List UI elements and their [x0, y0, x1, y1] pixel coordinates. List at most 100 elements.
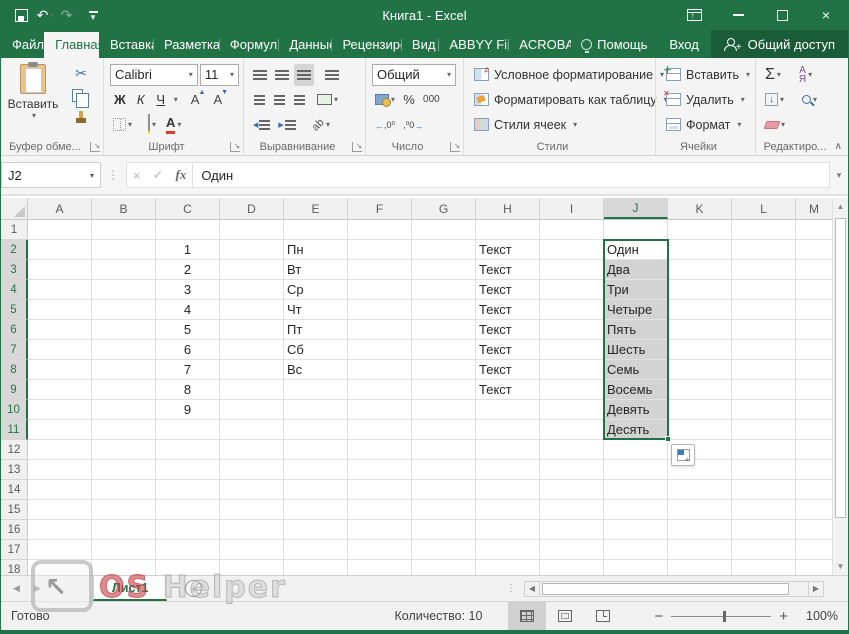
tab-page-layout[interactable]: Разметка с: [152, 32, 219, 58]
cell-L16[interactable]: [732, 520, 796, 540]
bold-button[interactable]: Ж: [110, 89, 130, 111]
cell-D10[interactable]: [220, 400, 284, 420]
cell-L12[interactable]: [732, 440, 796, 460]
align-right-button[interactable]: [290, 89, 308, 111]
select-all-button[interactable]: [1, 198, 28, 219]
tab-abbyy[interactable]: ABBYY Fine: [438, 32, 508, 58]
cell-D15[interactable]: [220, 500, 284, 520]
cell-B1[interactable]: [92, 220, 156, 240]
cell-D9[interactable]: [220, 380, 284, 400]
cell-D16[interactable]: [220, 520, 284, 540]
cell-D18[interactable]: [220, 560, 284, 575]
cell-G10[interactable]: [412, 400, 476, 420]
column-header-G[interactable]: G: [412, 198, 476, 219]
font-color-button[interactable]: А ▾: [163, 114, 184, 136]
insert-cells-button[interactable]: Вставить ▾: [662, 62, 751, 87]
zoom-out-button[interactable]: −: [646, 608, 671, 625]
cell-K10[interactable]: [668, 400, 732, 420]
cell-J5[interactable]: Четыре: [604, 300, 668, 320]
row-header-6[interactable]: 6: [1, 320, 28, 340]
zoom-slider[interactable]: [671, 610, 772, 622]
cut-button[interactable]: ✂: [63, 62, 99, 84]
cell-I9[interactable]: [540, 380, 604, 400]
enter-entry-button[interactable]: ✓: [153, 167, 164, 183]
cell-H18[interactable]: [476, 560, 540, 575]
cell-M2[interactable]: [796, 240, 832, 260]
tab-view[interactable]: Вид: [400, 32, 439, 58]
cell-D2[interactable]: [220, 240, 284, 260]
align-top-button[interactable]: [250, 64, 270, 86]
column-header-F[interactable]: F: [348, 198, 412, 219]
scroll-left-icon[interactable]: ◀: [524, 580, 540, 597]
cell-H8[interactable]: Текст: [476, 360, 540, 380]
cell-J16[interactable]: [604, 520, 668, 540]
cell-J17[interactable]: [604, 540, 668, 560]
cell-B8[interactable]: [92, 360, 156, 380]
cell-C9[interactable]: 8: [156, 380, 220, 400]
cell-H7[interactable]: Текст: [476, 340, 540, 360]
number-dialog-launcher[interactable]: ↘: [450, 142, 460, 152]
column-header-K[interactable]: K: [668, 198, 732, 219]
cell-F6[interactable]: [348, 320, 412, 340]
cell-E8[interactable]: Вс: [284, 360, 348, 380]
cell-F4[interactable]: [348, 280, 412, 300]
cell-M12[interactable]: [796, 440, 832, 460]
minimize-button[interactable]: [716, 0, 760, 30]
cell-J2[interactable]: Один: [604, 240, 668, 260]
cell-F8[interactable]: [348, 360, 412, 380]
customize-qat-button[interactable]: ▾: [83, 4, 103, 26]
cell-E4[interactable]: Ср: [284, 280, 348, 300]
splitter-dots[interactable]: ⋮: [498, 583, 524, 594]
cell-C8[interactable]: 7: [156, 360, 220, 380]
decrease-indent-button[interactable]: ◀: [250, 114, 273, 136]
cell-J13[interactable]: [604, 460, 668, 480]
cell-G3[interactable]: [412, 260, 476, 280]
cell-F10[interactable]: [348, 400, 412, 420]
cell-I7[interactable]: [540, 340, 604, 360]
save-button[interactable]: [11, 4, 31, 26]
cell-E18[interactable]: [284, 560, 348, 575]
cell-A12[interactable]: [28, 440, 92, 460]
cell-J9[interactable]: Восемь: [604, 380, 668, 400]
sheet-tab[interactable]: Лист1: [93, 576, 168, 601]
italic-button[interactable]: К: [132, 89, 150, 111]
cell-F13[interactable]: [348, 460, 412, 480]
cell-I8[interactable]: [540, 360, 604, 380]
cell-E9[interactable]: [284, 380, 348, 400]
cell-G8[interactable]: [412, 360, 476, 380]
autosum-button[interactable]: Σ ▾: [762, 64, 784, 86]
cell-C18[interactable]: [156, 560, 220, 575]
row-header-18[interactable]: 18: [1, 560, 28, 575]
scroll-up-icon[interactable]: ▲: [833, 198, 848, 215]
cell-B2[interactable]: [92, 240, 156, 260]
cell-C3[interactable]: 2: [156, 260, 220, 280]
cancel-entry-button[interactable]: ×: [133, 168, 141, 183]
cell-L14[interactable]: [732, 480, 796, 500]
cell-F1[interactable]: [348, 220, 412, 240]
cell-L18[interactable]: [732, 560, 796, 575]
cell-B10[interactable]: [92, 400, 156, 420]
cell-K17[interactable]: [668, 540, 732, 560]
cell-E1[interactable]: [284, 220, 348, 240]
cell-L9[interactable]: [732, 380, 796, 400]
cell-G1[interactable]: [412, 220, 476, 240]
cell-G5[interactable]: [412, 300, 476, 320]
cell-C11[interactable]: [156, 420, 220, 440]
cell-A18[interactable]: [28, 560, 92, 575]
cell-M14[interactable]: [796, 480, 832, 500]
cell-F14[interactable]: [348, 480, 412, 500]
cell-L5[interactable]: [732, 300, 796, 320]
cell-L17[interactable]: [732, 540, 796, 560]
merge-center-button[interactable]: ▾: [314, 89, 341, 111]
cell-A10[interactable]: [28, 400, 92, 420]
cell-I12[interactable]: [540, 440, 604, 460]
row-header-9[interactable]: 9: [1, 380, 28, 400]
cell-I5[interactable]: [540, 300, 604, 320]
cell-K8[interactable]: [668, 360, 732, 380]
cell-E11[interactable]: [284, 420, 348, 440]
horizontal-scrollbar[interactable]: ◀ ▶: [524, 580, 824, 597]
normal-view-button[interactable]: [508, 601, 547, 631]
cell-J4[interactable]: Три: [604, 280, 668, 300]
horizontal-scroll-track[interactable]: [540, 580, 808, 597]
fill-color-button[interactable]: ▾: [143, 114, 161, 136]
